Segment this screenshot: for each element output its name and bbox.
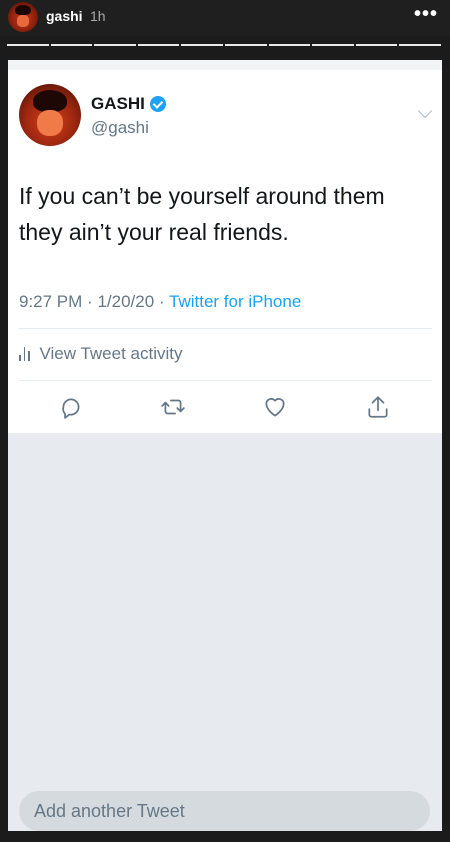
like-icon[interactable] — [262, 394, 288, 420]
add-another-tweet-input[interactable]: Add another Tweet — [19, 791, 430, 831]
chevron-down-icon[interactable] — [417, 103, 433, 119]
progress-segment — [50, 44, 93, 46]
tweet-source-link[interactable]: Twitter for iPhone — [169, 292, 301, 311]
display-name[interactable]: GASHI — [91, 94, 166, 114]
tweet-meta: 9:27 PM · 1/20/20 · Twitter for iPhone — [19, 292, 301, 312]
progress-segment — [94, 44, 136, 46]
tweet-date: 1/20/20 — [97, 292, 155, 311]
progress-segment — [312, 44, 354, 46]
progress-segment — [224, 44, 267, 46]
progress-segment — [7, 44, 49, 46]
story-progress-bar — [7, 44, 441, 47]
story-time: 1h — [90, 8, 106, 24]
divider — [18, 380, 432, 381]
tweet-text: If you can’t be yourself around them the… — [19, 183, 385, 245]
reply-icon[interactable] — [58, 394, 84, 420]
user-handle[interactable]: @gashi — [91, 118, 149, 138]
view-activity-button[interactable]: View Tweet activity — [19, 344, 183, 364]
story-avatar[interactable] — [8, 2, 38, 32]
divider — [18, 328, 432, 329]
avatar[interactable] — [19, 84, 81, 146]
progress-segment — [137, 44, 180, 46]
retweet-icon[interactable] — [160, 394, 186, 420]
tweet-card: GASHI @gashi If you can’t be yourself ar… — [8, 70, 442, 433]
card-top-strip — [8, 60, 442, 70]
progress-segment — [355, 44, 398, 46]
meta-separator: · — [158, 292, 165, 311]
tweet-actions — [8, 394, 442, 424]
tweet-time: 9:27 PM — [19, 292, 83, 311]
progress-segment — [399, 44, 441, 46]
tweet-screenshot: GASHI @gashi If you can’t be yourself ar… — [8, 60, 442, 831]
progress-segment — [268, 44, 311, 46]
more-options-icon[interactable]: ••• — [414, 4, 438, 24]
meta-separator: · — [87, 292, 93, 311]
story-header: gashi 1h ••• — [0, 0, 450, 36]
activity-label: View Tweet activity — [39, 344, 183, 363]
verified-badge-icon — [149, 96, 166, 112]
progress-segment — [181, 44, 223, 46]
display-name-text: GASHI — [91, 94, 145, 113]
story-username[interactable]: gashi — [46, 8, 83, 24]
share-icon[interactable] — [365, 394, 391, 420]
activity-bars-icon — [19, 347, 30, 361]
